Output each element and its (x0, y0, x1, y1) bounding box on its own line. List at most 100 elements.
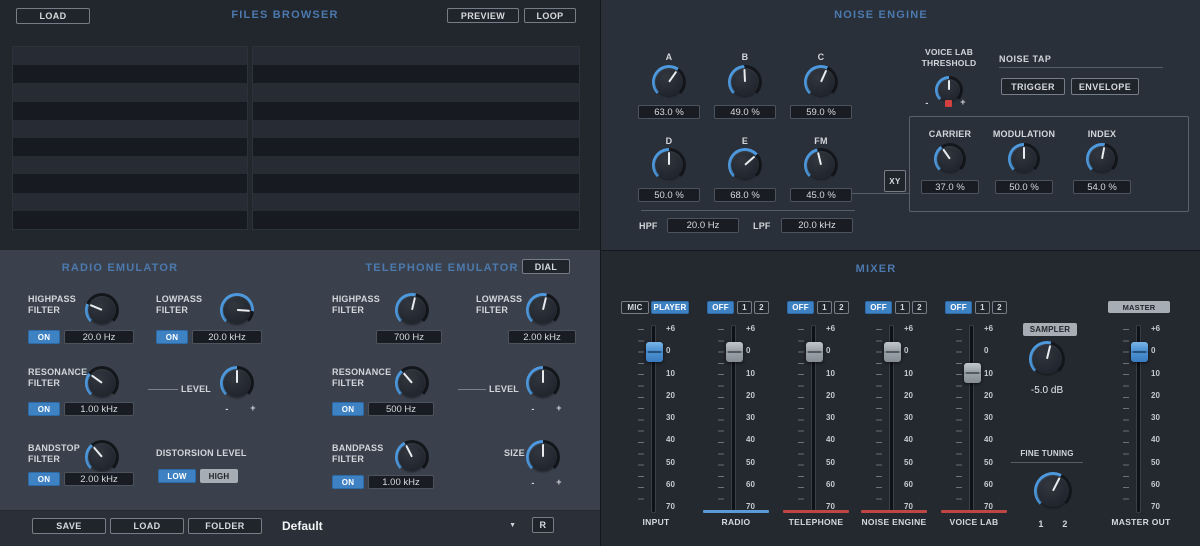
tel-level-knob[interactable] (526, 366, 560, 400)
noise-engine-bus2-button[interactable]: 2 (912, 301, 927, 314)
radio-highpass-value[interactable]: 20.0 Hz (64, 330, 134, 344)
voice-lab-off-button[interactable]: OFF (945, 301, 972, 314)
preview-button[interactable]: PREVIEW (447, 8, 519, 23)
fader-scale: +6010203040506070 (904, 325, 924, 511)
noise-engine-off-button[interactable]: OFF (865, 301, 892, 314)
voice-lab-fader[interactable] (969, 325, 974, 513)
tel-lowpass-knob[interactable] (526, 293, 560, 327)
tel-resonance-value[interactable]: 500 Hz (368, 402, 434, 416)
radio-fader[interactable] (731, 325, 736, 513)
trigger-button[interactable]: TRIGGER (1001, 78, 1065, 95)
modulation-value[interactable]: 50.0 % (995, 180, 1053, 194)
loop-button[interactable]: LOOP (524, 8, 576, 23)
voice-lab-bus1-button[interactable]: 1 (975, 301, 990, 314)
xy-button[interactable]: XY (884, 170, 906, 192)
mixer-channel-master: MASTER +6010203040506070 MASTER OUT (1106, 298, 1176, 543)
knob-fm-label: FM (801, 136, 841, 147)
knob-c-value[interactable]: 59.0 % (790, 105, 852, 119)
tel-bandpass-on-button[interactable]: ON (332, 475, 364, 489)
radio-bandstop-knob[interactable] (85, 440, 119, 474)
radio-lowpass-knob[interactable] (220, 293, 254, 327)
knob-c[interactable] (804, 65, 838, 99)
lpf-value[interactable]: 20.0 kHz (781, 218, 853, 233)
file-list-folders[interactable] (12, 46, 248, 230)
tel-bandpass-value[interactable]: 1.00 kHz (368, 475, 434, 489)
knob-fm-value[interactable]: 45.0 % (790, 188, 852, 202)
hpf-value[interactable]: 20.0 Hz (667, 218, 739, 233)
noise-tap-label: NOISE TAP (999, 54, 1051, 65)
telephone-fader-handle[interactable] (806, 342, 823, 362)
tel-highpass-value[interactable]: 700 Hz (376, 330, 442, 344)
radio-resonance-value[interactable]: 1.00 kHz (64, 402, 134, 416)
noise-engine-bus1-button[interactable]: 1 (895, 301, 910, 314)
knob-fm[interactable] (804, 148, 838, 182)
carrier-value[interactable]: 37.0 % (921, 180, 979, 194)
knob-d[interactable] (652, 148, 686, 182)
knob-b-value[interactable]: 49.0 % (714, 105, 776, 119)
radio-bus2-button[interactable]: 2 (754, 301, 769, 314)
noise-engine-fader[interactable] (889, 325, 894, 513)
fader-ticks (798, 329, 804, 510)
distorsion-low-button[interactable]: LOW (158, 469, 196, 483)
modulation-knob[interactable] (1008, 143, 1040, 175)
radio-resonance-on-button[interactable]: ON (28, 402, 60, 416)
knob-b[interactable] (728, 65, 762, 99)
caret-down-icon[interactable]: ▼ (509, 522, 516, 529)
voice-lab-bus2-button[interactable]: 2 (992, 301, 1007, 314)
tel-highpass-knob[interactable] (395, 293, 429, 327)
radio-lowpass-on-button[interactable]: ON (156, 330, 188, 344)
tel-resonance-on-button[interactable]: ON (332, 402, 364, 416)
input-fader[interactable] (651, 325, 656, 513)
radio-lowpass-value[interactable]: 20.0 kHz (192, 330, 262, 344)
radio-level-minus-label: - (222, 404, 232, 415)
fine-tuning-knob[interactable] (1034, 472, 1072, 510)
noise-engine-fader-handle[interactable] (884, 342, 901, 362)
mic-button[interactable]: MIC (621, 301, 649, 314)
telephone-bus2-button[interactable]: 2 (834, 301, 849, 314)
tel-size-knob[interactable] (526, 440, 560, 474)
radio-highpass-on-button[interactable]: ON (28, 330, 60, 344)
file-list-files[interactable] (252, 46, 580, 230)
master-fader-handle[interactable] (1131, 342, 1148, 362)
index-value[interactable]: 54.0 % (1073, 180, 1131, 194)
preset-selector[interactable]: Default ▼ (276, 516, 522, 535)
envelope-button[interactable]: ENVELOPE (1071, 78, 1139, 95)
player-button[interactable]: PLAYER (651, 301, 689, 314)
dial-button[interactable]: DIAL (522, 259, 570, 274)
voice-lab-fader-handle[interactable] (964, 363, 981, 383)
knob-d-value[interactable]: 50.0 % (638, 188, 700, 202)
tel-level-plus-label: + (554, 403, 564, 414)
telephone-bus1-button[interactable]: 1 (817, 301, 832, 314)
sampler-knob[interactable] (1029, 341, 1065, 377)
knob-e-value[interactable]: 68.0 % (714, 188, 776, 202)
tel-level-line (458, 389, 486, 390)
reset-button[interactable]: R (532, 517, 554, 533)
radio-fader-handle[interactable] (726, 342, 743, 362)
tel-lowpass-value[interactable]: 2.00 kHz (508, 330, 576, 344)
fine-tuning-underline (1011, 462, 1083, 463)
telephone-off-button[interactable]: OFF (787, 301, 814, 314)
knob-e[interactable] (728, 148, 762, 182)
knob-a[interactable] (652, 65, 686, 99)
carrier-knob[interactable] (934, 143, 966, 175)
lpf-label: LPF (753, 221, 771, 232)
index-knob[interactable] (1086, 143, 1118, 175)
master-fader[interactable] (1136, 325, 1141, 513)
radio-resonance-knob[interactable] (85, 366, 119, 400)
knob-a-value[interactable]: 63.0 % (638, 105, 700, 119)
folder-button[interactable]: FOLDER (188, 518, 262, 534)
sampler-button[interactable]: SAMPLER (1023, 323, 1077, 336)
radio-bus1-button[interactable]: 1 (737, 301, 752, 314)
radio-bandstop-value[interactable]: 2.00 kHz (64, 472, 134, 486)
radio-level-knob[interactable] (220, 366, 254, 400)
radio-bandstop-on-button[interactable]: ON (28, 472, 60, 486)
radio-off-button[interactable]: OFF (707, 301, 734, 314)
load-preset-button[interactable]: LOAD (110, 518, 184, 534)
tel-bandpass-knob[interactable] (395, 440, 429, 474)
telephone-fader[interactable] (811, 325, 816, 513)
radio-highpass-knob[interactable] (85, 293, 119, 327)
distorsion-high-button[interactable]: HIGH (200, 469, 238, 483)
save-button[interactable]: SAVE (32, 518, 106, 534)
tel-resonance-knob[interactable] (395, 366, 429, 400)
input-fader-handle[interactable] (646, 342, 663, 362)
